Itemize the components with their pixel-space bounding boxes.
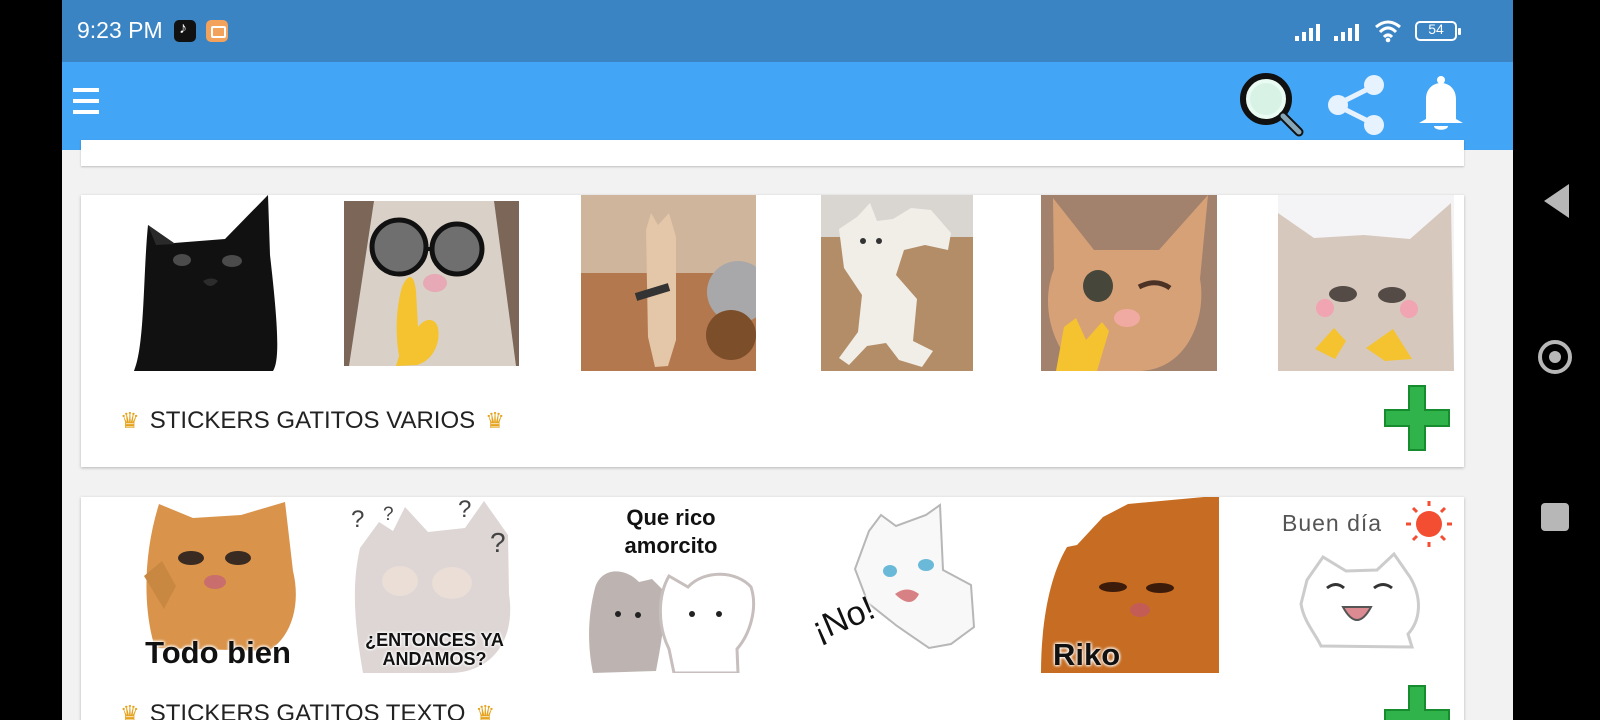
crown-icon: ♛ (120, 408, 140, 433)
todo-bien-caption: Todo bien (145, 635, 291, 670)
crown-icon: ♛ (485, 408, 505, 433)
home-icon[interactable] (1538, 340, 1572, 374)
white-cat-standing-sticker[interactable] (821, 195, 973, 371)
pack-title-text: STICKERS GATITOS VARIOS (149, 407, 476, 434)
svg-text:?: ? (490, 527, 506, 558)
sticker-pack-card[interactable]: ♛ STICKERS GATITOS VARIOS ♛ (81, 195, 1464, 467)
battery-level: 54 (1428, 21, 1444, 37)
black-cat-sticker[interactable] (128, 195, 278, 371)
sticker-pack-card[interactable]: Todo bien ???? ¿ENTONCES YA ANDAMOS? Que… (81, 497, 1464, 720)
no-sticker[interactable]: ¡No! (793, 497, 998, 673)
que-rico-amorcito-caption: Que rico amorcito (624, 505, 718, 558)
status-time: 9:23 PM (77, 17, 163, 43)
status-bar: 9:23 PM 54 (62, 0, 1513, 62)
standing-cat-with-knife-sticker[interactable] (581, 195, 756, 371)
previous-pack-card (81, 140, 1464, 166)
svg-text:?: ? (351, 506, 364, 533)
wifi-icon (1375, 20, 1401, 43)
signal-icon (1334, 21, 1364, 41)
pack-title: ♛ STICKERS GATITOS VARIOS ♛ (110, 407, 515, 435)
app-screen: 9:23 PM 54 (62, 0, 1513, 720)
search-icon[interactable] (1235, 69, 1307, 141)
menu-icon[interactable] (73, 88, 99, 116)
buen-dia-sticker[interactable]: Buen día (1276, 497, 1454, 673)
battery-icon: 54 (1415, 21, 1461, 41)
bell-icon[interactable] (1415, 75, 1467, 135)
pack-title-text: STICKERS GATITOS TEXTO (149, 700, 466, 720)
crown-icon: ♛ (475, 701, 496, 720)
entonces-ya-andamos-caption: ¿ENTONCES YA ANDAMOS? (365, 630, 504, 669)
back-icon[interactable] (1544, 184, 1569, 218)
mail-icon (206, 20, 228, 42)
add-pack-icon[interactable] (1384, 685, 1450, 720)
crown-icon: ♛ (120, 701, 140, 720)
riko-sticker[interactable]: Riko (1041, 497, 1219, 673)
tiktok-icon (174, 20, 196, 42)
winking-cat-sticker[interactable] (1041, 195, 1217, 371)
svg-text:?: ? (458, 497, 471, 523)
share-icon[interactable] (1326, 72, 1388, 136)
que-rico-amorcito-sticker[interactable]: Que rico amorcito (583, 497, 759, 673)
cat-with-glasses-sticker[interactable] (344, 201, 519, 366)
signal-icon (1295, 21, 1325, 41)
todo-bien-sticker[interactable]: Todo bien (131, 497, 305, 673)
recent-apps-icon[interactable] (1541, 503, 1569, 531)
pack-title: ♛ STICKERS GATITOS TEXTO ♛ (110, 700, 505, 720)
fluffy-cat-pointing-sticker[interactable] (1278, 195, 1454, 371)
svg-text:?: ? (383, 504, 394, 525)
buen-dia-caption: Buen día (1282, 510, 1383, 536)
riko-caption: Riko (1053, 637, 1121, 672)
entonces-ya-andamos-sticker[interactable]: ???? ¿ENTONCES YA ANDAMOS? (345, 497, 524, 673)
add-pack-icon[interactable] (1384, 385, 1450, 451)
